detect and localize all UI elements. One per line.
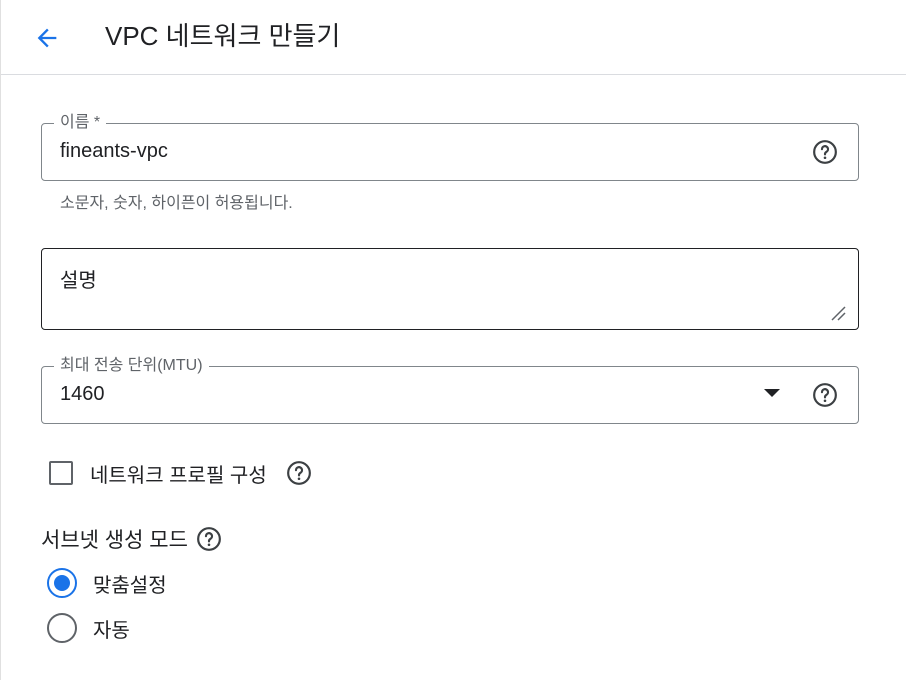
subnet-mode-title: 서브넷 생성 모드 [41, 529, 188, 552]
page-title: VPC 네트워크 만들기 [105, 21, 341, 51]
help-icon[interactable] [286, 460, 312, 486]
custom-radio[interactable] [47, 568, 77, 598]
radio-selected-dot [54, 575, 70, 591]
dropdown-arrow-icon[interactable] [764, 389, 780, 397]
subnet-mode-option-custom[interactable]: 맞춤설정 [47, 567, 167, 599]
help-icon[interactable] [812, 139, 838, 165]
page-header: VPC 네트워크 만들기 [1, 0, 906, 75]
subnet-mode-option-auto[interactable]: 자동 [47, 612, 130, 644]
name-hint: 소문자, 숫자, 하이픈이 허용됩니다. [60, 195, 293, 212]
subnet-mode-heading: 서브넷 생성 모드 [41, 524, 222, 554]
arrow-back-icon [37, 28, 57, 48]
network-profile-checkbox[interactable] [49, 461, 73, 485]
mtu-value[interactable]: 1460 [60, 383, 105, 406]
network-profile-label: 네트워크 프로필 구성 [90, 464, 267, 487]
custom-radio-label: 맞춤설정 [93, 574, 167, 597]
description-field[interactable]: 설명 [41, 248, 859, 330]
name-field[interactable]: 이름 * fineants-vpc [41, 113, 859, 181]
name-input[interactable]: fineants-vpc [60, 140, 168, 163]
network-profile-option[interactable]: 네트워크 프로필 구성 [49, 458, 312, 488]
name-field-label: 이름 * [54, 113, 107, 133]
resize-handle-icon[interactable] [830, 305, 846, 321]
mtu-select[interactable]: 최대 전송 단위(MTU) 1460 [41, 356, 859, 424]
create-vpc-page: VPC 네트워크 만들기 이름 * fineants-vpc 소문자, 숫자, … [0, 0, 906, 680]
back-button[interactable] [27, 18, 67, 58]
help-icon[interactable] [196, 526, 222, 552]
description-placeholder: 설명 [60, 270, 97, 292]
mtu-label: 최대 전송 단위(MTU) [54, 356, 209, 376]
auto-radio-label: 자동 [93, 619, 130, 642]
help-icon[interactable] [812, 382, 838, 408]
auto-radio[interactable] [47, 613, 77, 643]
